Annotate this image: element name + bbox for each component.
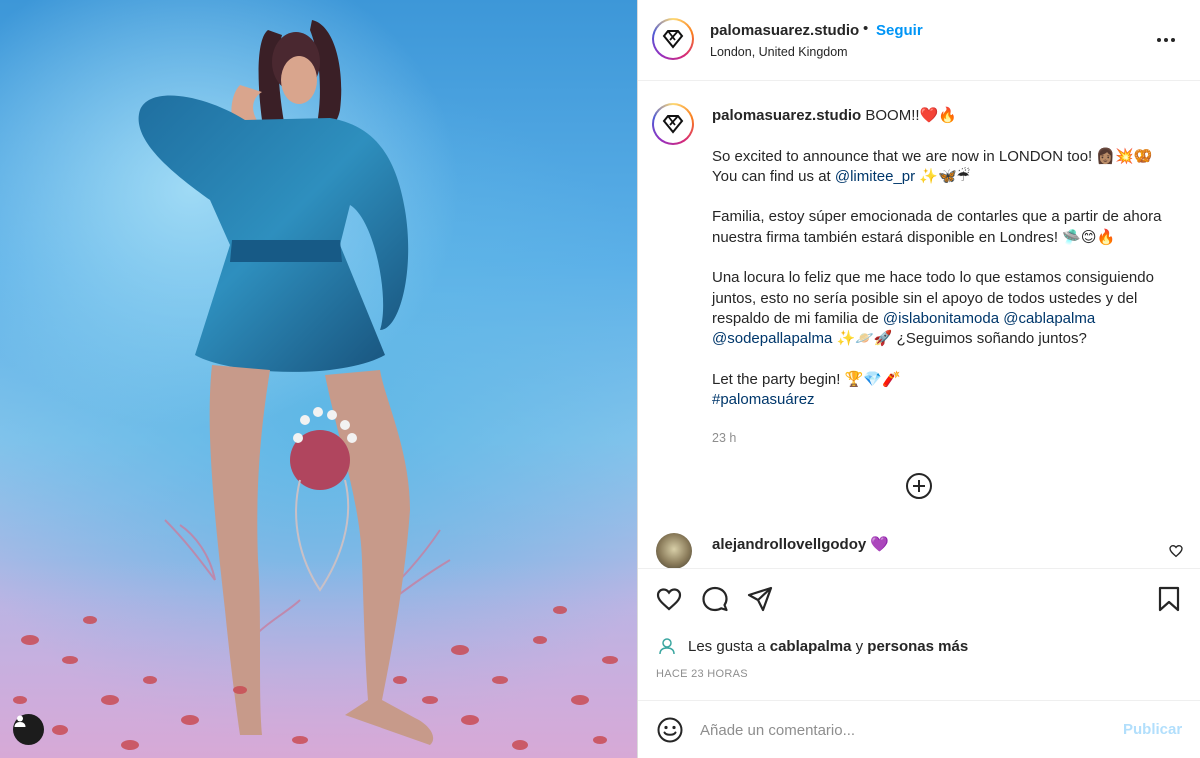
caption-line-2-emoji: ✨🦋☔ bbox=[915, 167, 971, 185]
mention-islabonitamoda[interactable]: @islabonitamoda bbox=[883, 310, 999, 327]
post-photo[interactable] bbox=[0, 0, 637, 758]
brand-logo-icon bbox=[662, 30, 684, 49]
commenter-avatar[interactable] bbox=[656, 533, 692, 569]
more-options-icon[interactable] bbox=[1154, 30, 1178, 50]
header-divider bbox=[638, 80, 1200, 81]
likes-others-link[interactable]: personas más bbox=[867, 638, 968, 655]
caption-time[interactable]: 23 h bbox=[712, 428, 736, 448]
caption-line-1: So excited to announce that we are now i… bbox=[712, 147, 1153, 165]
likes-middle: y bbox=[851, 637, 868, 655]
caption-avatar[interactable] bbox=[652, 103, 694, 145]
hashtag-link[interactable]: #palomasuárez bbox=[712, 391, 815, 408]
follow-button[interactable]: Seguir bbox=[876, 22, 923, 39]
load-more-comments-icon[interactable] bbox=[905, 472, 933, 500]
caption-paragraph-end: ✨🪐🚀 ¿Seguimos soñando juntos? bbox=[832, 330, 1087, 348]
comment-bubble-icon[interactable] bbox=[701, 585, 729, 613]
profile-avatar[interactable] bbox=[652, 18, 694, 60]
likes-summary: Les gusta a cablapalma y personas más bbox=[656, 635, 968, 657]
person-icon bbox=[14, 715, 26, 727]
likes-text: Les gusta a cablapalma y personas más bbox=[688, 638, 968, 655]
comment-input[interactable] bbox=[700, 719, 1100, 741]
liker-person-icon bbox=[659, 638, 675, 655]
caption-paragraph-spanish: Familia, estoy súper emocionada de conta… bbox=[712, 208, 1162, 246]
comment-row: alejandrollovellgodoy 💜 bbox=[712, 535, 889, 553]
brand-logo-icon bbox=[662, 115, 684, 134]
likes-user-link[interactable]: cablapalma bbox=[770, 638, 852, 655]
share-paper-plane-icon[interactable] bbox=[746, 585, 774, 613]
caption-username[interactable]: palomasuarez.studio bbox=[712, 107, 861, 124]
post-location[interactable]: London, United Kingdom bbox=[710, 45, 848, 59]
likes-prefix: Les gusta a bbox=[688, 637, 770, 655]
mention-sodepallapalma[interactable]: @sodepallapalma bbox=[712, 330, 832, 347]
user-tags-icon[interactable] bbox=[13, 714, 44, 745]
caption-party-line: Let the party begin! 🏆💎🧨 bbox=[712, 370, 901, 388]
like-comment-heart-icon[interactable] bbox=[1168, 543, 1184, 559]
actions-divider bbox=[638, 568, 1200, 569]
caption-headline: BOOM!!❤️🔥 bbox=[865, 107, 957, 124]
post-timestamp[interactable]: HACE 23 HORAS bbox=[656, 668, 748, 680]
caption-line-2: You can find us at bbox=[712, 167, 835, 185]
post-details-panel: palomasuarez.studio • Seguir London, Uni… bbox=[637, 0, 1200, 758]
save-bookmark-icon[interactable] bbox=[1155, 585, 1183, 613]
mention-limitee[interactable]: @limitee_pr bbox=[835, 168, 915, 185]
liker-avatar[interactable] bbox=[656, 635, 678, 657]
header-separator: • bbox=[863, 20, 869, 37]
post-caption: palomasuarez.studio BOOM!!❤️🔥 So excited… bbox=[712, 106, 1182, 445]
comment-username[interactable]: alejandrollovellgodoy bbox=[712, 536, 866, 553]
comment-emoji: 💜 bbox=[870, 536, 890, 553]
emoji-picker-icon[interactable] bbox=[656, 716, 684, 744]
like-heart-icon[interactable] bbox=[655, 585, 683, 613]
mention-cablapalma[interactable]: @cablapalma bbox=[1003, 310, 1095, 327]
post-comment-button[interactable]: Publicar bbox=[1123, 721, 1182, 738]
instagram-post-view: palomasuarez.studio • Seguir London, Uni… bbox=[0, 0, 1200, 758]
comment-box-divider bbox=[638, 700, 1200, 701]
header-username[interactable]: palomasuarez.studio bbox=[710, 22, 859, 39]
photo-illustration bbox=[0, 20, 637, 758]
